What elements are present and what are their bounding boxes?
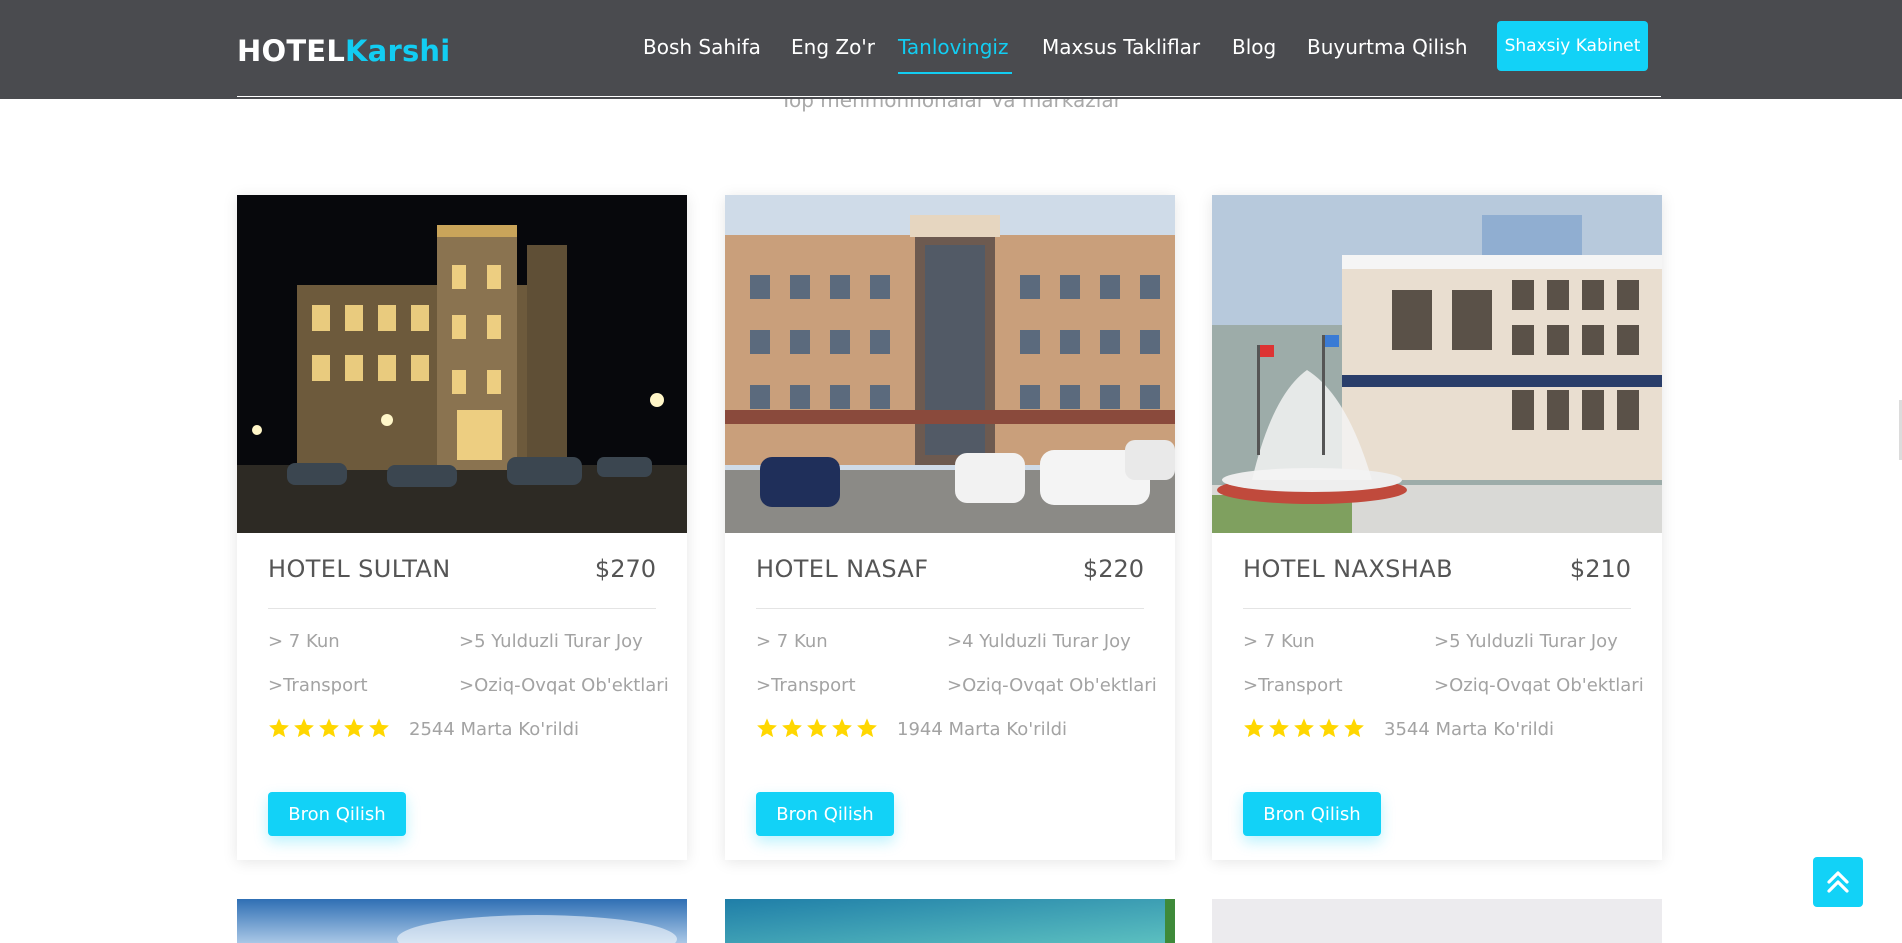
card-divider: [1243, 608, 1631, 609]
double-chevron-up-icon: [1827, 871, 1849, 893]
star-icon: [369, 718, 389, 738]
star-icon: [294, 718, 314, 738]
star-icon: [1244, 718, 1264, 738]
hotel-photo-nasaf[interactable]: [725, 195, 1175, 533]
star-icon: [1344, 718, 1364, 738]
rating-stars: [756, 717, 878, 741]
card-divider: [268, 608, 656, 609]
scroll-to-top-button[interactable]: [1813, 857, 1863, 907]
hotel-card-next-1[interactable]: [237, 899, 687, 943]
hotel-card-naxshab: HOTEL NAXSHAB $210 > 7 Kun >5 Yulduzli T…: [1212, 195, 1662, 860]
star-icon: [807, 718, 827, 738]
feature-transport: >Transport: [1243, 675, 1343, 696]
card-divider: [756, 608, 1144, 609]
hotel-card-sultan: HOTEL SULTAN $270 > 7 Kun >5 Yulduzli Tu…: [237, 195, 687, 860]
feature-star-rating: >5 Yulduzli Turar Joy: [1434, 631, 1618, 652]
logo-text-city: Karshi: [345, 34, 451, 68]
feature-transport: >Transport: [756, 675, 856, 696]
rating-stars: [268, 717, 390, 741]
feature-food: >Oziq-Ovqat Ob'ektlari: [947, 675, 1157, 696]
nav-blog[interactable]: Blog: [1232, 35, 1276, 59]
hotel-name: HOTEL NASAF: [756, 555, 929, 583]
star-icon: [319, 718, 339, 738]
nav-buyurtma-qilish[interactable]: Buyurtma Qilish: [1307, 35, 1468, 59]
book-button[interactable]: Bron Qilish: [1243, 792, 1381, 836]
star-icon: [1294, 718, 1314, 738]
hotel-card-next-3[interactable]: [1212, 899, 1662, 943]
feature-duration: > 7 Kun: [1243, 631, 1315, 652]
feature-star-rating: >4 Yulduzli Turar Joy: [947, 631, 1131, 652]
book-button[interactable]: Bron Qilish: [268, 792, 406, 836]
star-icon: [857, 718, 877, 738]
star-icon: [1319, 718, 1339, 738]
site-header: HOTELKarshi Bosh Sahifa Eng Zo'r Tanlovi…: [0, 0, 1902, 99]
feature-duration: > 7 Kun: [268, 631, 340, 652]
nav-tanlovingiz[interactable]: Tanlovingiz: [898, 35, 1008, 59]
hotel-price: $270: [594, 555, 656, 583]
feature-food: >Oziq-Ovqat Ob'ektlari: [459, 675, 669, 696]
header-divider: [237, 96, 1661, 97]
page: Top mehmonhonalar va markazlar HOTELKars…: [0, 0, 1902, 943]
feature-food: >Oziq-Ovqat Ob'ektlari: [1434, 675, 1644, 696]
hotel-name: HOTEL NAXSHAB: [1243, 555, 1453, 583]
personal-cabinet-button[interactable]: Shaxsiy Kabinet: [1497, 21, 1648, 71]
star-icon: [832, 718, 852, 738]
hotel-card-next-2[interactable]: [725, 899, 1175, 943]
logo-text-hotel: HOTEL: [237, 34, 345, 68]
book-button[interactable]: Bron Qilish: [756, 792, 894, 836]
star-icon: [757, 718, 777, 738]
nav-eng-zor[interactable]: Eng Zo'r: [791, 35, 875, 59]
hotel-price: $220: [1082, 555, 1144, 583]
hotel-name: HOTEL SULTAN: [268, 555, 451, 583]
star-icon: [782, 718, 802, 738]
hotel-photo-sultan[interactable]: [237, 195, 687, 533]
star-icon: [344, 718, 364, 738]
hotel-price: $210: [1569, 555, 1631, 583]
rating-stars: [1243, 717, 1365, 741]
view-count: 2544 Marta Ko'rildi: [409, 719, 579, 740]
site-logo[interactable]: HOTELKarshi: [237, 34, 450, 68]
view-count: 1944 Marta Ko'rildi: [897, 719, 1067, 740]
star-icon: [269, 718, 289, 738]
hotel-photo-naxshab[interactable]: [1212, 195, 1662, 533]
view-count: 3544 Marta Ko'rildi: [1384, 719, 1554, 740]
active-nav-underline: [898, 72, 1012, 74]
nav-bosh-sahifa[interactable]: Bosh Sahifa: [643, 35, 761, 59]
nav-maxsus-takliflar[interactable]: Maxsus Takliflar: [1042, 35, 1200, 59]
feature-duration: > 7 Kun: [756, 631, 828, 652]
star-icon: [1269, 718, 1289, 738]
feature-transport: >Transport: [268, 675, 368, 696]
hotel-card-nasaf: HOTEL NASAF $220 > 7 Kun >4 Yulduzli Tur…: [725, 195, 1175, 860]
feature-star-rating: >5 Yulduzli Turar Joy: [459, 631, 643, 652]
